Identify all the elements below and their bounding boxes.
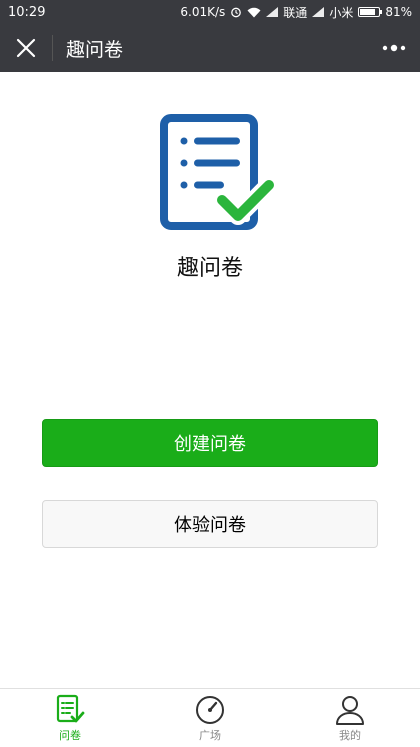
tab-bar: 问卷 广场 我的 — [0, 688, 420, 747]
battery-icon — [358, 7, 383, 17]
signal-icon-1 — [266, 7, 279, 17]
carrier-1: 联通 — [283, 5, 308, 20]
alarm-icon — [230, 6, 242, 18]
tab-questionnaire[interactable]: 问卷 — [0, 689, 140, 747]
questionnaire-check-icon — [160, 114, 276, 230]
close-icon — [16, 38, 36, 58]
more-button[interactable] — [368, 24, 420, 72]
title-bar: 趣问卷 — [0, 24, 420, 72]
questionnaire-icon — [56, 694, 85, 723]
battery-level: 81% — [385, 5, 412, 19]
tab-square[interactable]: 广场 — [140, 689, 280, 747]
status-time: 10:29 — [8, 4, 46, 20]
create-questionnaire-button[interactable]: 创建问卷 — [42, 419, 378, 467]
tab-label: 广场 — [199, 729, 221, 742]
status-right: 6.01K/s 联通 小米 81% — [180, 4, 412, 21]
more-icon — [382, 44, 406, 52]
wifi-icon — [247, 7, 261, 18]
status-bar: 10:29 6.01K/s 联通 小米 81% — [0, 0, 420, 24]
app-screen: 10:29 6.01K/s 联通 小米 81% 趣问卷 趣问卷 创建问卷 体验问… — [0, 0, 420, 747]
compass-icon — [196, 696, 224, 724]
tab-mine[interactable]: 我的 — [280, 689, 420, 747]
signal-icon-2 — [312, 7, 325, 17]
network-speed: 6.01K/s — [180, 5, 226, 19]
close-button[interactable] — [0, 24, 52, 72]
tab-label: 问卷 — [59, 729, 81, 742]
app-name: 趣问卷 — [176, 256, 243, 281]
try-questionnaire-button[interactable]: 体验问卷 — [42, 500, 378, 548]
carrier-2: 小米 — [329, 5, 354, 20]
page-title: 趣问卷 — [66, 38, 124, 61]
title-divider — [52, 35, 53, 61]
tab-label: 我的 — [339, 729, 361, 742]
person-icon — [336, 696, 364, 725]
